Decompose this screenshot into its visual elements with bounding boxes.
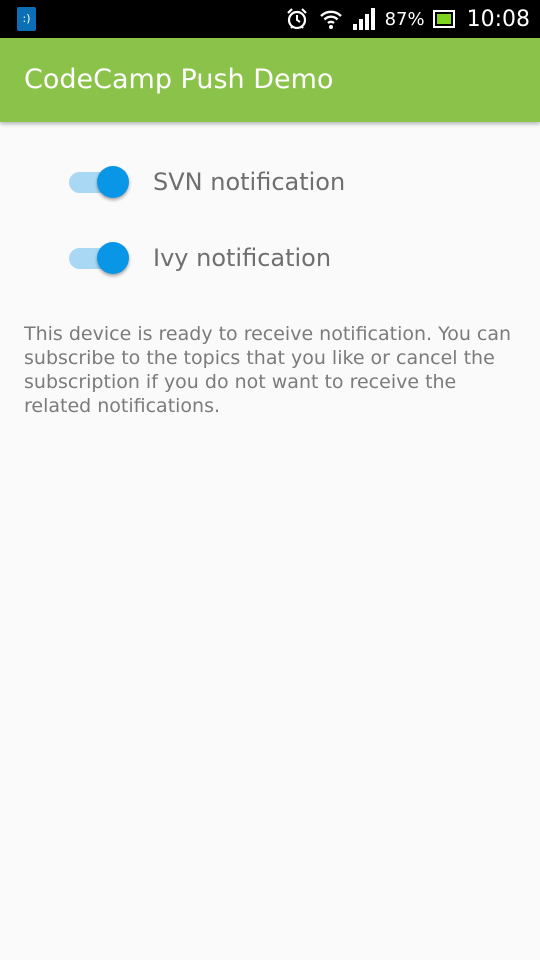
svn-notification-label[interactable]: SVN notification — [153, 168, 345, 196]
wifi-icon — [319, 8, 343, 30]
app-bar: CodeCamp Push Demo — [0, 38, 540, 122]
alarm-icon — [285, 7, 309, 31]
battery-icon — [432, 10, 455, 28]
ivy-notification-row[interactable]: Ivy notification — [69, 236, 331, 280]
status-bar: :) 87% 10:08 — [0, 0, 540, 38]
status-icons: 87% 10:08 — [285, 0, 530, 38]
svn-notification-row[interactable]: SVN notification — [69, 160, 345, 204]
battery-percent: 87% — [384, 8, 425, 30]
ivy-notification-switch[interactable] — [69, 236, 129, 280]
switch-thumb[interactable] — [97, 166, 129, 198]
info-text: This device is ready to receive notifica… — [24, 323, 512, 417]
ivy-notification-label[interactable]: Ivy notification — [153, 244, 331, 272]
svn-notification-switch[interactable] — [69, 160, 129, 204]
signal-icon — [352, 8, 377, 30]
app-title: CodeCamp Push Demo — [24, 64, 334, 95]
notification-icon: :) — [17, 7, 36, 31]
clock-time: 10:08 — [466, 6, 530, 32]
switch-thumb[interactable] — [97, 242, 129, 274]
